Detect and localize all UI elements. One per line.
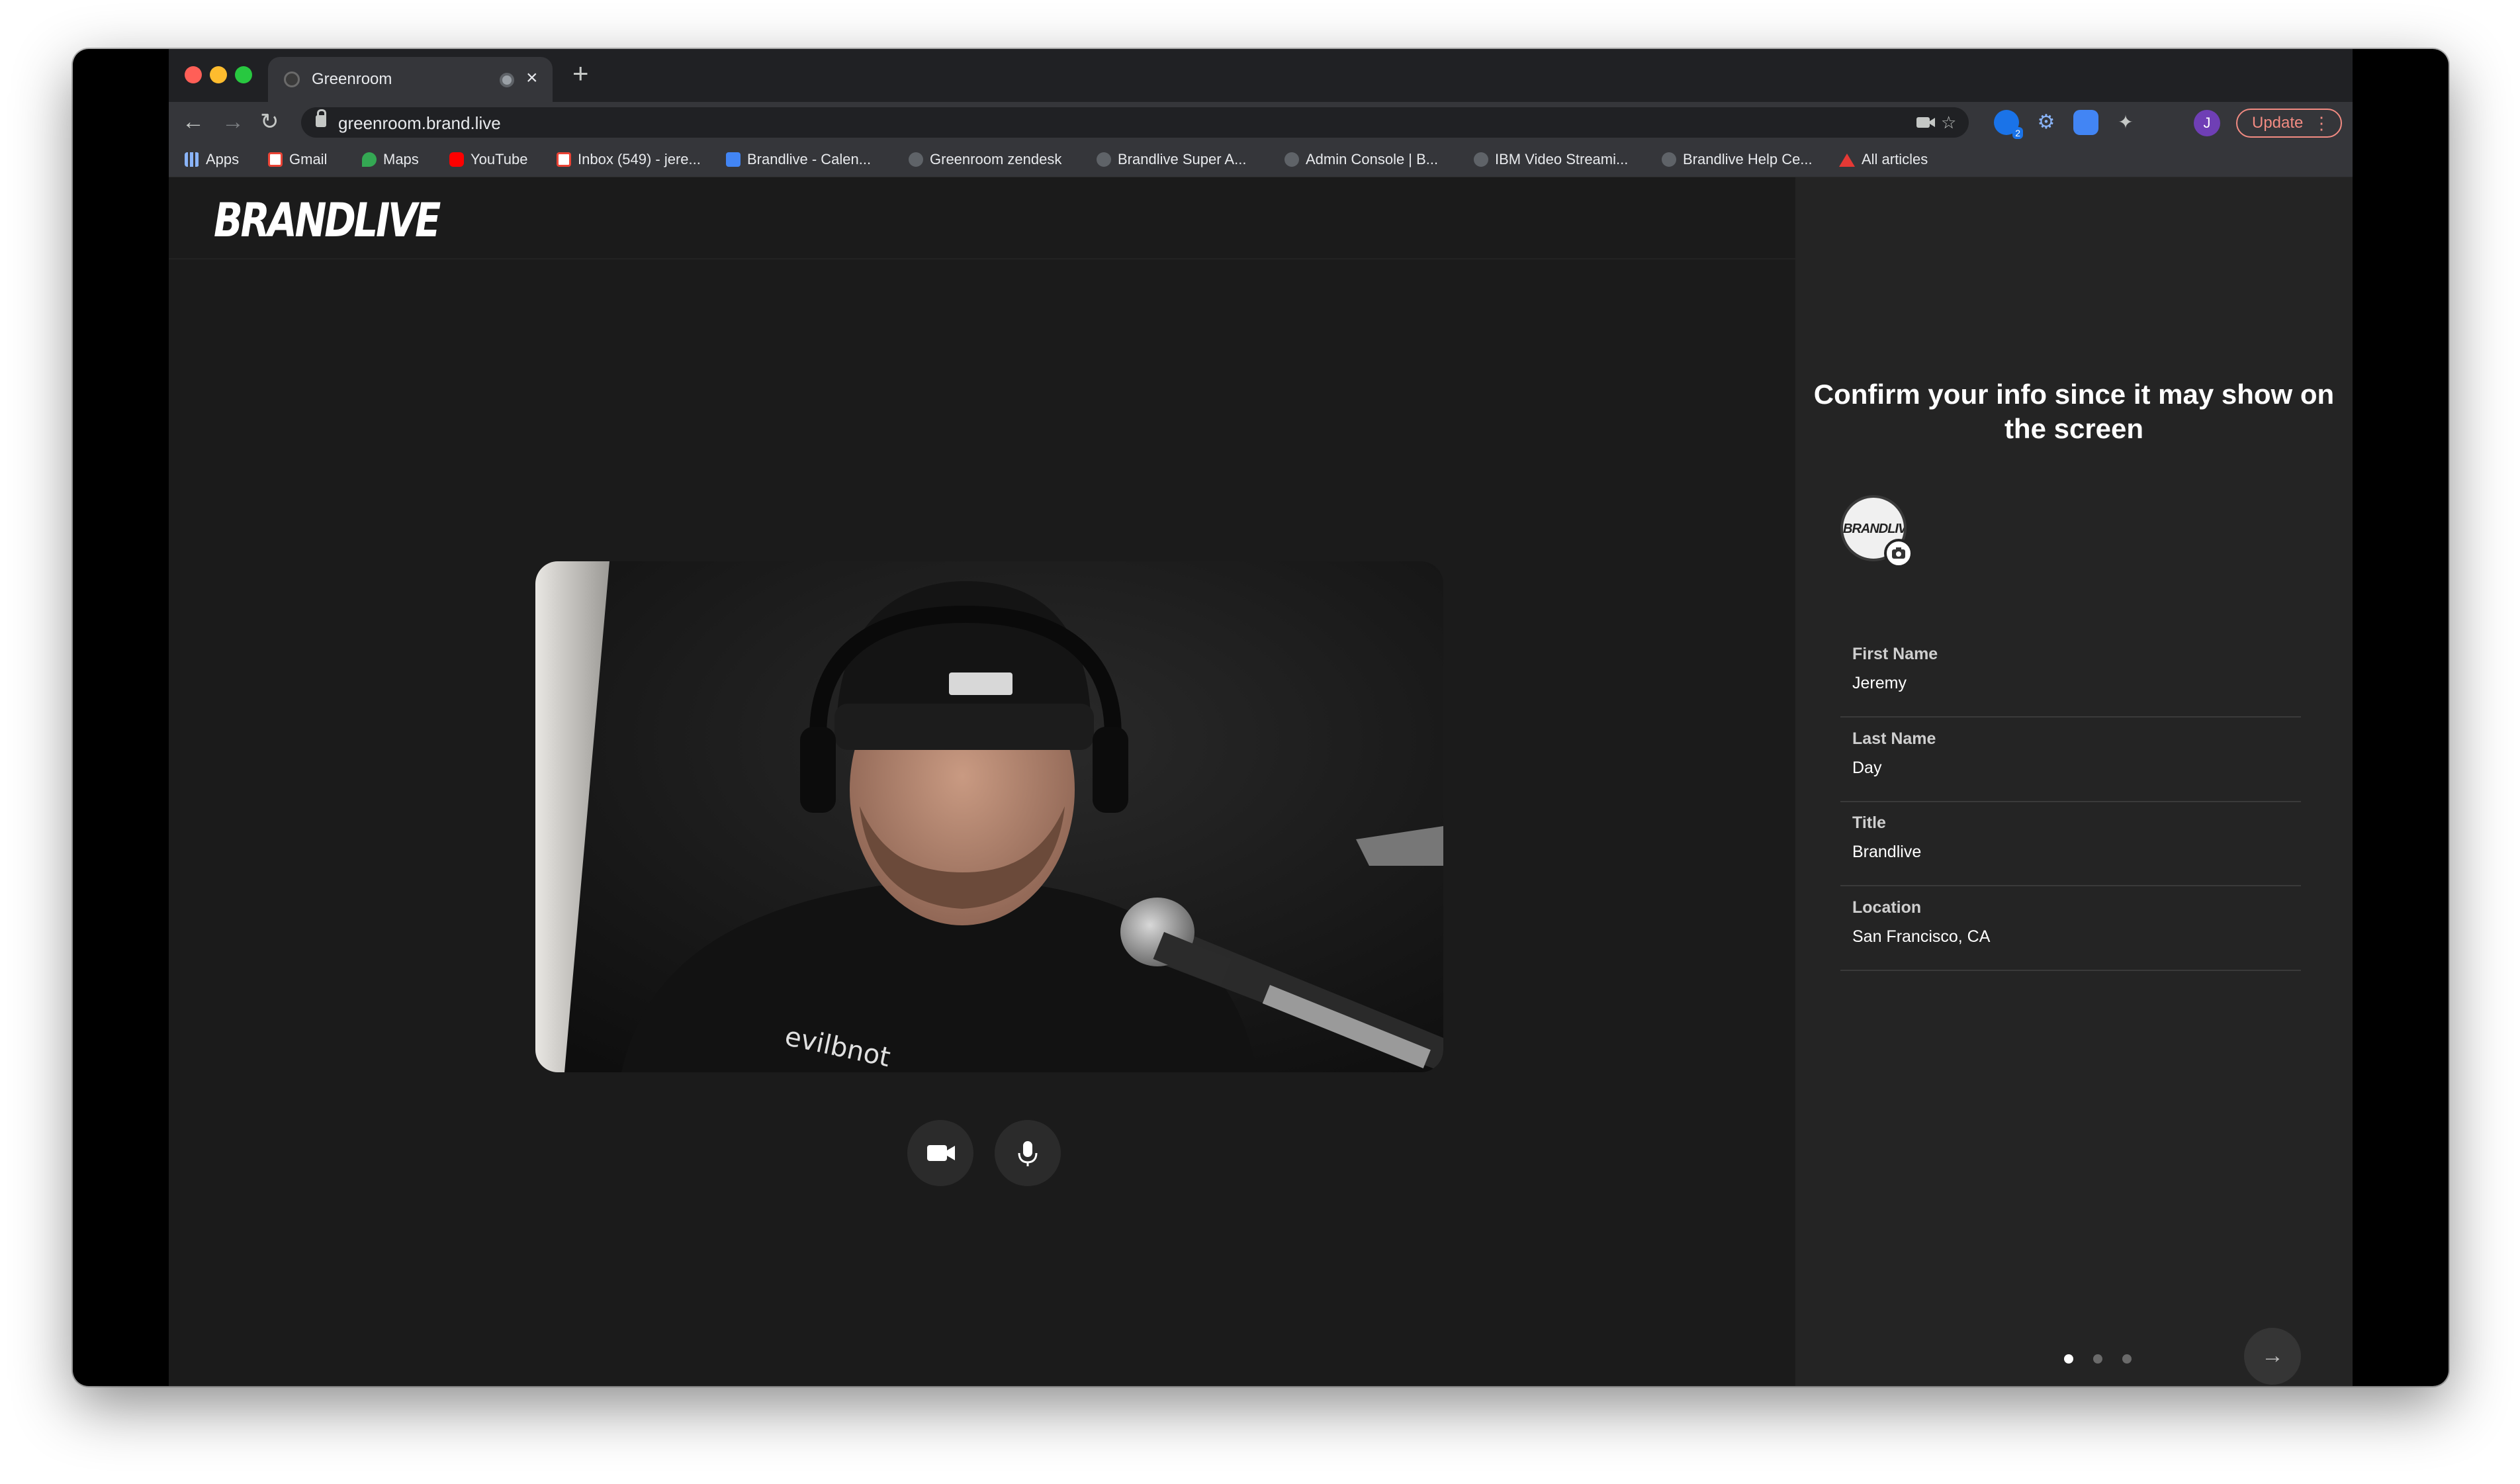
- bookmark-star-icon[interactable]: ☆: [1941, 113, 1956, 133]
- last-name-input[interactable]: [1852, 759, 2289, 778]
- extension-icon-1[interactable]: 2: [1994, 110, 2023, 139]
- step-indicator-3: [2122, 1354, 2132, 1364]
- globe-icon: [1662, 152, 1676, 167]
- gmail-icon: [268, 152, 283, 167]
- bookmark-label: Maps: [383, 151, 419, 167]
- globe-icon: [1474, 152, 1488, 167]
- bookmark-maps[interactable]: Maps: [362, 151, 419, 168]
- close-window-button[interactable]: [185, 66, 202, 83]
- location-field: Location: [1840, 898, 2301, 971]
- first-name-label: First Name: [1852, 645, 1938, 663]
- globe-icon: [909, 152, 923, 167]
- bookmark-label: Apps: [206, 151, 240, 167]
- confirm-info-panel: Confirm your info since it may show on t…: [1795, 177, 2353, 1386]
- back-arrow-icon[interactable]: ←: [182, 107, 204, 136]
- articles-icon: [1839, 154, 1855, 167]
- zoom-window-button[interactable]: [235, 66, 252, 83]
- bookmark-label: Brandlive Super A...: [1118, 151, 1247, 167]
- bookmark-admin-console[interactable]: Admin Console | B...: [1284, 151, 1438, 168]
- tab-favicon-icon: [284, 71, 300, 87]
- bookmark-brandlive-calendar[interactable]: Brandlive - Calen...: [726, 151, 871, 168]
- bookmark-label: Brandlive - Calen...: [747, 151, 872, 167]
- title-input[interactable]: [1852, 843, 2289, 862]
- bookmarks-bar: Apps Gmail Maps YouTube Inbox (549) - je…: [169, 143, 2353, 177]
- browser-toolbar: ← → ↻ greenroom.brand.live ☆ 2 ⚙ ✦ J Upd…: [169, 102, 2353, 143]
- bookmark-label: All articles: [1862, 151, 1928, 167]
- title-label: Title: [1852, 813, 1886, 832]
- zoom-extension-icon[interactable]: [2073, 110, 2098, 135]
- extension-gear-icon[interactable]: ⚙: [2034, 110, 2059, 135]
- recording-indicator-icon: [500, 73, 514, 87]
- globe-icon: [1284, 152, 1299, 167]
- globe-icon: [1097, 152, 1111, 167]
- microphone-icon: [1018, 1141, 1038, 1166]
- apps-grid-icon: [185, 152, 199, 167]
- toggle-camera-button[interactable]: [907, 1120, 973, 1186]
- extension-badge: 2: [2012, 127, 2023, 139]
- webcam-feed-image: evilbnot: [535, 561, 1443, 1072]
- bookmark-label: YouTube: [471, 151, 528, 167]
- calendar-icon: [726, 152, 741, 167]
- update-button[interactable]: Update ⋮: [2236, 109, 2342, 138]
- profile-avatar[interactable]: J: [2194, 110, 2220, 136]
- url-text: greenroom.brand.live: [338, 113, 501, 133]
- forward-arrow-icon[interactable]: →: [222, 107, 244, 136]
- last-name-field: Last Name: [1840, 729, 2301, 802]
- minimize-window-button[interactable]: [210, 66, 227, 83]
- step-indicator-1: [2064, 1354, 2073, 1364]
- location-label: Location: [1852, 898, 1922, 917]
- bookmark-inbox[interactable]: Inbox (549) - jere...: [557, 151, 701, 168]
- camera-icon: [1892, 547, 1905, 559]
- panel-title: Confirm your info since it may show on t…: [1813, 379, 2335, 444]
- macos-window: Greenroom × + ← → ↻ greenroom.brand.live…: [73, 49, 2449, 1386]
- maps-pin-icon: [362, 152, 377, 167]
- bookmark-all-articles[interactable]: All articles: [1839, 151, 1928, 168]
- youtube-icon: [449, 152, 464, 167]
- reload-icon[interactable]: ↻: [260, 107, 279, 136]
- video-camera-icon: [927, 1145, 955, 1161]
- bookmark-youtube[interactable]: YouTube: [449, 151, 527, 168]
- bookmark-brandlive-help[interactable]: Brandlive Help Ce...: [1662, 151, 1813, 168]
- browser-window: Greenroom × + ← → ↻ greenroom.brand.live…: [169, 49, 2353, 1386]
- tab-strip: Greenroom × +: [169, 49, 2353, 102]
- bookmark-brandlive-super[interactable]: Brandlive Super A...: [1097, 151, 1246, 168]
- new-tab-button[interactable]: +: [572, 60, 589, 87]
- address-bar[interactable]: greenroom.brand.live ☆: [301, 107, 1969, 138]
- avatar-logo-text: BRANDLIVE: [1843, 522, 1907, 536]
- title-field: Title: [1840, 813, 2301, 886]
- bookmark-ibm-video[interactable]: IBM Video Streami...: [1474, 151, 1628, 168]
- tab-title: Greenroom: [312, 70, 392, 88]
- arrow-right-icon: →: [2261, 1343, 2284, 1368]
- more-menu-icon[interactable]: ⋮: [2313, 110, 2330, 136]
- bookmark-gmail[interactable]: Gmail: [268, 151, 327, 168]
- extensions-puzzle-icon[interactable]: ✦: [2113, 110, 2138, 135]
- change-photo-camera-icon[interactable]: [1884, 539, 1913, 568]
- bookmark-label: Greenroom zendesk: [930, 151, 1062, 167]
- greenroom-page: BRANDLIVE evilbnot Confirm your info sin…: [169, 177, 2353, 1386]
- last-name-label: Last Name: [1852, 729, 1936, 748]
- brandlive-logo: BRANDLIVE: [214, 193, 441, 248]
- toggle-microphone-button[interactable]: [995, 1120, 1061, 1186]
- bookmark-label: Inbox (549) - jere...: [578, 151, 701, 167]
- bookmark-label: Admin Console | B...: [1306, 151, 1439, 167]
- bookmark-label: Gmail: [289, 151, 328, 167]
- tab-greenroom[interactable]: Greenroom ×: [268, 57, 553, 102]
- app-header: BRANDLIVE: [169, 177, 1795, 259]
- first-name-field: First Name: [1840, 645, 2301, 718]
- first-name-input[interactable]: [1852, 674, 2289, 693]
- step-indicator-2: [2093, 1354, 2102, 1364]
- lock-icon[interactable]: [316, 109, 326, 127]
- camera-in-use-icon[interactable]: [1916, 115, 1936, 130]
- update-button-label: Update: [2252, 114, 2304, 132]
- bookmark-greenroom-zendesk[interactable]: Greenroom zendesk: [909, 151, 1061, 168]
- bookmark-label: Brandlive Help Ce...: [1683, 151, 1813, 167]
- bookmark-apps[interactable]: Apps: [185, 151, 239, 168]
- location-input[interactable]: [1852, 927, 2289, 947]
- gmail-icon: [557, 152, 571, 167]
- next-step-button[interactable]: →: [2244, 1328, 2301, 1385]
- camera-preview: evilbnot: [535, 561, 1443, 1072]
- bookmark-label: IBM Video Streami...: [1495, 151, 1629, 167]
- close-tab-icon[interactable]: ×: [526, 66, 538, 90]
